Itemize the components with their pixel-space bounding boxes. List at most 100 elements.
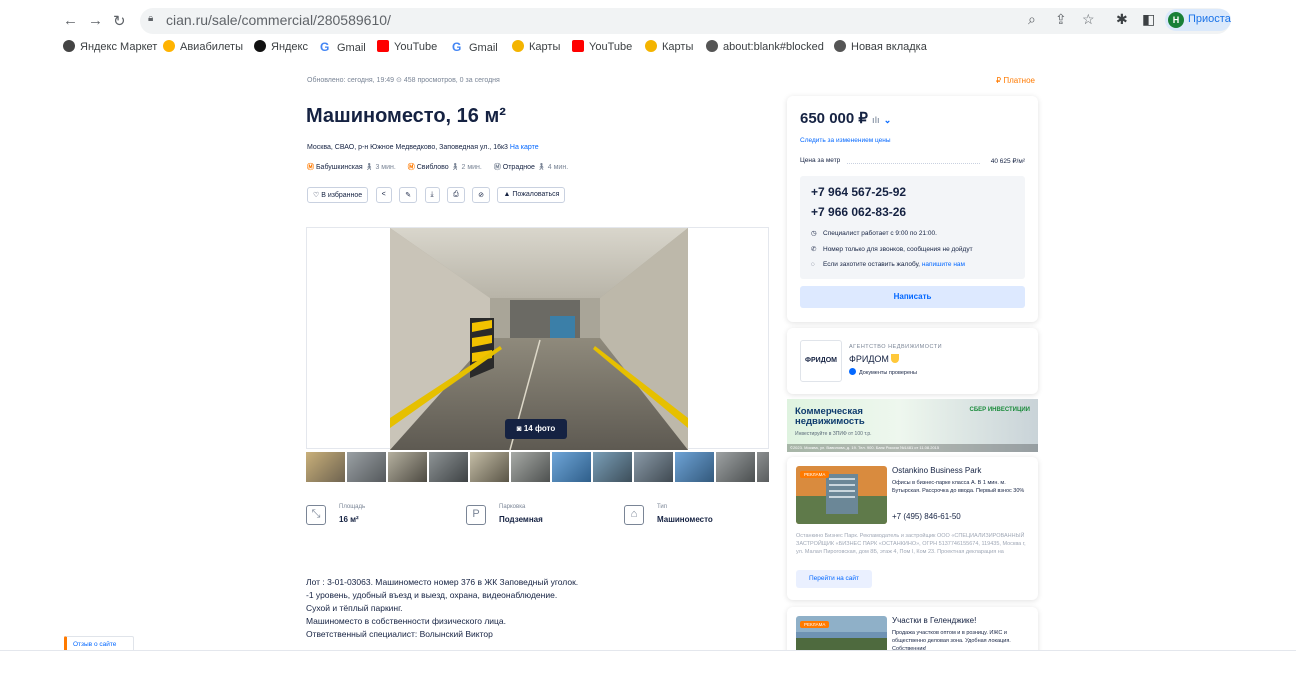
print-button[interactable]: ⎙	[447, 187, 465, 203]
ad-title[interactable]: Участки в Геленджике!	[892, 616, 976, 625]
profile-label: Приоста	[1188, 13, 1231, 25]
thumbnail[interactable]	[511, 452, 550, 482]
url-text[interactable]: cian.ru/sale/commercial/280589610/	[166, 12, 391, 28]
garage-icon: ⌂	[624, 505, 644, 525]
share-icon[interactable]: ⇪	[1055, 11, 1067, 28]
profile-avatar: Н	[1168, 12, 1184, 28]
ad-card[interactable]: РЕКЛАМА Ostankino Business Park Офисы в …	[787, 457, 1038, 600]
thumbnail[interactable]	[552, 452, 591, 482]
write-button[interactable]: Написать	[800, 286, 1025, 308]
camera-icon: ◙	[516, 424, 522, 433]
metro-icon: Ⓜ	[307, 164, 314, 171]
thumbnail[interactable]	[429, 452, 468, 482]
banner-brand: СБЕР ИНВЕСТИЦИИ	[969, 407, 1030, 413]
thumbnail[interactable]	[388, 452, 427, 482]
extensions-icon[interactable]: ✱	[1116, 11, 1128, 28]
bookmark-item[interactable]: G Gmail	[320, 40, 366, 54]
bookmark-item[interactable]: YouTube	[572, 40, 632, 53]
area-icon: ⤡	[306, 505, 326, 525]
lock-icon[interactable]: 🔒︎	[148, 13, 153, 24]
price-card: 650 000 ₽ ılı ⌄ Следить за изменением це…	[787, 96, 1038, 322]
plane-icon	[163, 40, 175, 52]
listing-address: Москва, СВАО, р-н Южное Медведково, Запо…	[307, 144, 539, 151]
description-line: -1 уровень, удобный въезд и выезд, охран…	[306, 590, 558, 600]
zoom-icon[interactable]: ⌕	[1028, 11, 1036, 28]
chat-icon: ◌	[811, 261, 815, 268]
thumbnail[interactable]	[716, 452, 755, 482]
youtube-icon	[572, 40, 584, 52]
reload-icon[interactable]: ↻	[113, 12, 126, 30]
agency-card[interactable]: ФРИДОМ АГЕНТСТВО НЕДВИЖИМОСТИ ФРИДОМ Док…	[787, 328, 1038, 394]
thumbnail[interactable]	[306, 452, 345, 482]
complaint-link[interactable]: напишите нам	[922, 261, 965, 268]
walk-time: 🚶︎ 3 мин.	[364, 164, 396, 171]
bookmark-item[interactable]: G Gmail	[452, 40, 498, 54]
phone-number[interactable]: +7 966 062-83-26	[811, 205, 906, 219]
thumbnail[interactable]	[675, 452, 714, 482]
check-icon	[849, 368, 856, 375]
thumbnail[interactable]	[470, 452, 509, 482]
complaint-note: ◌ Если захотите оставить жалобу, напишите…	[811, 261, 966, 268]
address-text: Москва, СВАО, р-н Южное Медведково, Запо…	[307, 144, 508, 151]
metro-station[interactable]: Ⓜ Бабушкинская 🚶︎ 3 мин.	[307, 162, 396, 172]
paid-badge: ₽ Платное	[996, 76, 1035, 85]
calls-only-note: ✆ Номер только для звонков, сообщения не …	[811, 246, 973, 253]
clock-icon: ◷	[811, 230, 817, 237]
photo-count-button[interactable]: ◙ 14 фото	[505, 419, 567, 439]
edit-button[interactable]: ✎	[399, 187, 418, 203]
download-button[interactable]: ⤓	[424, 187, 440, 203]
main-photo[interactable]	[390, 228, 688, 450]
spec-value: Машиноместо	[657, 515, 713, 524]
parking-icon: P	[466, 505, 486, 525]
warning-icon: ▲	[503, 191, 511, 198]
forward-arrow-icon[interactable]: →	[88, 12, 103, 29]
price-per-meter-value: 40 625 ₽/м²	[990, 158, 1025, 165]
chevron-down-icon[interactable]: ⌄	[884, 115, 892, 125]
favorite-button[interactable]: ♡ В избранное	[307, 187, 369, 203]
phone-number[interactable]: +7 964 567-25-92	[811, 185, 906, 199]
hide-button[interactable]: ⊘	[472, 187, 491, 203]
metro-station[interactable]: Ⓜ Свиблово 🚶︎ 2 мин.	[408, 162, 482, 172]
bookmark-item[interactable]: Карты	[512, 40, 560, 53]
spec-label: Тип	[657, 504, 668, 510]
ad-image[interactable]: РЕКЛАМА	[796, 466, 887, 524]
google-icon: G	[452, 40, 462, 54]
thumbnail[interactable]	[593, 452, 632, 482]
yandex-icon	[254, 40, 266, 52]
share-button[interactable]: <	[375, 187, 392, 203]
ad-card[interactable]: РЕКЛАМА Участки в Геленджике! Продажа уч…	[787, 607, 1038, 656]
thumbnail[interactable]	[634, 452, 673, 482]
banner-subtitle: Инвестируйте в ЗПИФ от 100 т.р.	[795, 431, 872, 437]
maps-pin-icon	[645, 40, 657, 52]
thumbnail[interactable]	[347, 452, 386, 482]
metro-station[interactable]: Ⓜ Отрадное 🚶︎ 4 мин.	[494, 162, 568, 172]
profile-button[interactable]: Н Приоста	[1165, 9, 1231, 31]
photo-gallery[interactable]	[306, 227, 769, 450]
map-link[interactable]: На карте	[510, 144, 539, 151]
thumbnail[interactable]	[757, 452, 769, 482]
bookmark-item[interactable]: Яндекс Маркет	[63, 40, 157, 53]
follow-price-link[interactable]: Следить за изменением цены	[800, 137, 891, 144]
pencil-icon: ✎	[405, 192, 412, 199]
complain-button[interactable]: ▲ Пожаловаться	[497, 187, 566, 203]
bookmark-item[interactable]: Новая вкладка	[834, 40, 927, 53]
work-hours: ◷ Специалист работает с 9:00 по 21:00.	[811, 230, 937, 237]
bookmark-star-icon[interactable]: ☆	[1082, 11, 1095, 28]
bookmark-item[interactable]: Авиабилеты	[163, 40, 243, 53]
back-arrow-icon[interactable]: ←	[63, 12, 78, 29]
agency-name[interactable]: ФРИДОМ	[849, 354, 899, 364]
documents-verified: Документы проверены	[849, 368, 917, 376]
bookmark-item[interactable]: YouTube	[377, 40, 437, 53]
ad-banner[interactable]: Коммерческая недвижимость Инвестируйте в …	[787, 399, 1038, 452]
bookmark-item[interactable]: Яндекс	[254, 40, 308, 53]
go-to-site-button[interactable]: Перейти на сайт	[796, 570, 872, 588]
side-panel-icon[interactable]: ◧	[1142, 11, 1155, 28]
bookmark-item[interactable]: Карты	[645, 40, 693, 53]
price-chart-icon[interactable]: ılı	[872, 115, 880, 125]
agency-logo[interactable]: ФРИДОМ	[800, 340, 842, 382]
description-line: Лот : 3-01-03063. Машиноместо номер 376 …	[306, 577, 579, 587]
description-line: Сухой и тёплый паркинг.	[306, 603, 403, 613]
bookmark-item[interactable]: about:blank#blocked	[706, 40, 824, 53]
ad-phone[interactable]: +7 (495) 846-61-50	[892, 512, 961, 521]
ad-title[interactable]: Ostankino Business Park	[892, 466, 981, 475]
